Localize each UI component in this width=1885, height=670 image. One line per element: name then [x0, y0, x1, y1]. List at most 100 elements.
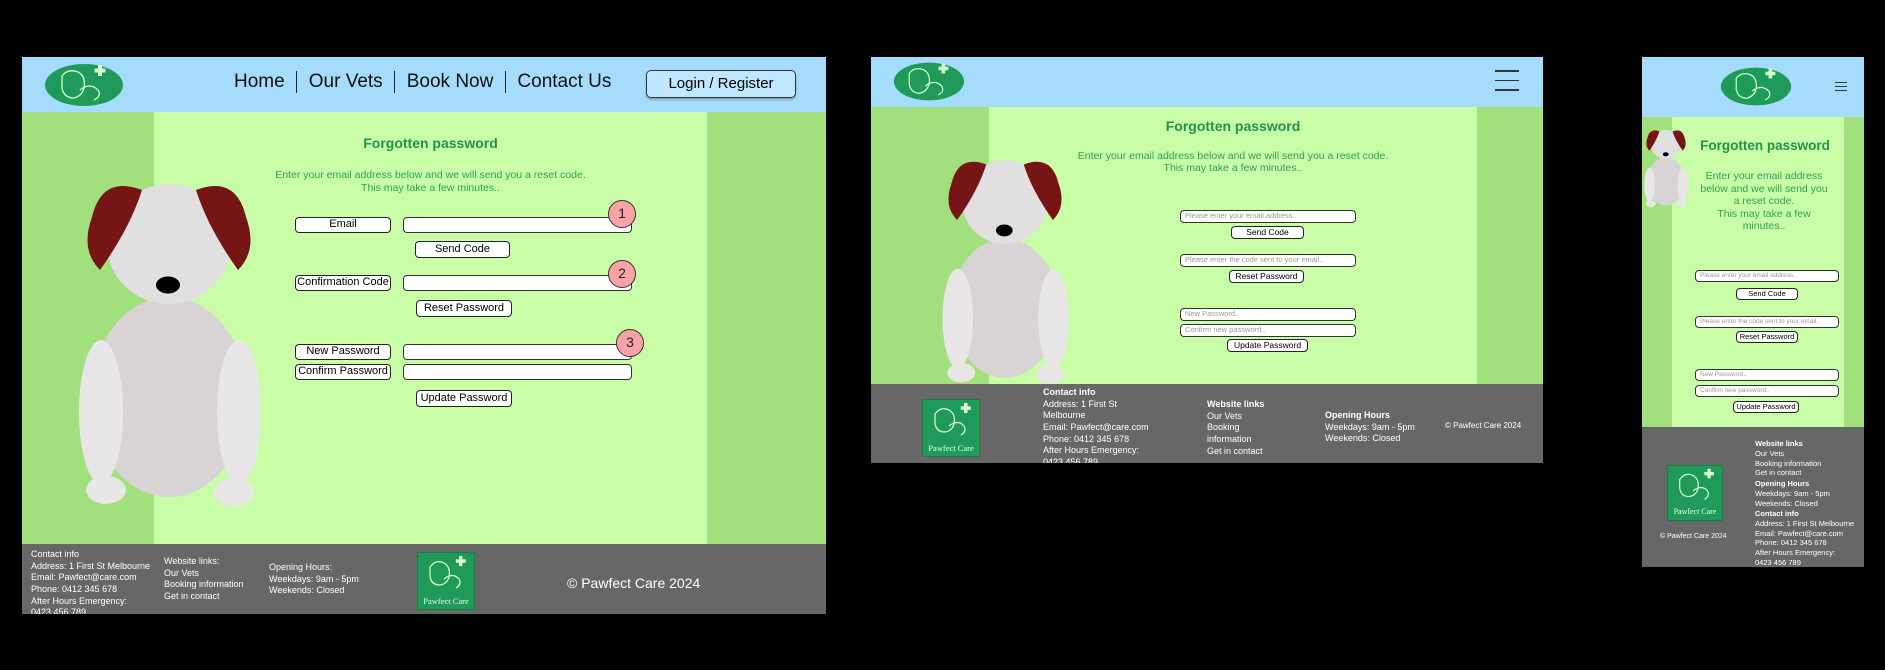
main-nav: Home Our Vets Book Now Contact Us [234, 71, 611, 93]
intro-line: Enter your email address below and we wi… [275, 169, 586, 181]
mobile-footer: Website links Our Vets Booking informati… [1642, 427, 1864, 567]
update-password-button[interactable]: Update Password [416, 390, 512, 407]
mobile-footer-link-our-vets[interactable]: Our Vets [1755, 449, 1821, 459]
mobile-confirm-password-field[interactable]: Confirm new password.. [1695, 385, 1839, 397]
login-register-button[interactable]: Login / Register [646, 70, 796, 98]
mobile-footer-link-booking[interactable]: Booking information [1755, 459, 1821, 469]
mobile-footer-phone: Phone: 0412 345 678 [1755, 538, 1827, 548]
tablet-intro: Enter your email address below and we wi… [989, 150, 1477, 174]
mobile-footer-hours: Opening Hours Weekdays: 9am - 5pm Weeken… [1755, 479, 1830, 508]
tablet-code-field[interactable]: Please enter the code sent to your email… [1180, 254, 1356, 267]
tablet-reset-password-button[interactable]: Reset Password [1229, 270, 1304, 283]
tablet-update-password-button[interactable]: Update Password [1227, 339, 1308, 352]
send-code-button[interactable]: Send Code [415, 241, 510, 258]
tablet-footer-hours-title: Opening Hours [1325, 410, 1390, 420]
tablet-footer-email: Email: Pawfect@care.com [1043, 422, 1149, 433]
footer-logo-text: Pawfect Care [423, 596, 469, 606]
footer-phone: Phone: 0412 345 678 [31, 584, 118, 595]
mobile-hamburger-menu-icon[interactable] [1835, 82, 1847, 91]
logo-icon[interactable] [44, 62, 124, 108]
tablet-new-password-field[interactable]: New Password.. [1180, 308, 1356, 321]
tablet-footer-logo-icon: Pawfect Care [922, 399, 980, 457]
tablet-confirm-password-field[interactable]: Confirm new password.. [1180, 324, 1356, 337]
tablet-footer-logo-text: Pawfect Care [928, 443, 974, 453]
footer-links-title: Website links: [164, 556, 220, 566]
footer-link-our-vets[interactable]: Our Vets [164, 568, 244, 580]
mobile-logo-icon[interactable] [1720, 65, 1792, 108]
mobile-email-field[interactable]: Please enter your email address.. [1695, 270, 1839, 282]
footer: Contact info Address: 1 First St Melbour… [22, 544, 826, 614]
mobile-footer-hours-title: Opening Hours [1755, 479, 1810, 488]
footer-hours: Opening Hours: Weekdays: 9am - 5pm Weeke… [269, 562, 359, 597]
tablet-footer-links-title: Website links [1207, 399, 1265, 409]
intro-note: This may take a few minutes.. [361, 182, 500, 194]
nav-our-vets[interactable]: Our Vets [309, 71, 383, 93]
confirm-password-label: Confirm Password [295, 364, 391, 380]
mobile-new-password-field[interactable]: New Password.. [1695, 369, 1839, 381]
mobile-footer-links: Website links Our Vets Booking informati… [1755, 439, 1821, 478]
intro-text: Enter your email address below and we wi… [154, 169, 707, 195]
tablet-footer-link-our-vets[interactable]: Our Vets [1207, 411, 1264, 423]
email-label: Email [295, 217, 391, 233]
hamburger-menu-icon[interactable] [1495, 70, 1519, 91]
tablet-footer-address-1: Address: 1 First St [1043, 398, 1118, 409]
mobile-footer-email: Email: Pawfect@care.com [1755, 528, 1844, 538]
tablet-footer-link-contact[interactable]: Get in contact [1207, 446, 1264, 458]
mobile-footer-emergency-phone: 0423 456 789 [1755, 557, 1801, 567]
new-password-field[interactable] [403, 344, 632, 360]
new-password-label: New Password [295, 344, 391, 360]
header: Home Our Vets Book Now Contact Us Login … [22, 57, 826, 112]
page-title: Forgotten password [363, 135, 498, 151]
tablet-footer-contact: Contact info Address: 1 First St Melbour… [1043, 387, 1149, 463]
tablet-footer-links: Website links Our Vets Booking informati… [1207, 399, 1264, 457]
mobile-code-field[interactable]: Please enter the code sent to your email… [1695, 316, 1839, 328]
tablet-footer-link-information[interactable]: information [1207, 434, 1264, 446]
tablet-footer: Pawfect Care Contact info Address: 1 Fir… [871, 384, 1543, 463]
tablet-send-code-button[interactable]: Send Code [1231, 226, 1304, 239]
tablet-footer-contact-title: Contact info [1043, 387, 1096, 397]
mobile-footer-contact: Contact info Address: 1 First St Melbour… [1755, 509, 1854, 567]
tablet-logo-icon[interactable] [893, 60, 965, 103]
tablet-email-field[interactable]: Please enter your email address.. [1180, 210, 1356, 223]
mobile-footer-link-contact[interactable]: Get in contact [1755, 468, 1821, 478]
mobile-footer-weekdays: Weekdays: 9am - 5pm [1755, 488, 1830, 498]
footer-link-contact[interactable]: Get in contact [164, 591, 244, 603]
footer-contact: Contact info Address: 1 First St Melbour… [31, 549, 150, 614]
mobile-intro-3: a reset code. [1733, 195, 1795, 207]
tablet-footer-address-2: Melbourne [1043, 410, 1086, 421]
email-field[interactable] [403, 217, 632, 233]
mobile-footer-links-title: Website links [1755, 439, 1803, 448]
tablet-footer-phone: Phone: 0412 345 678 [1043, 433, 1130, 444]
footer-link-booking[interactable]: Booking information [164, 579, 244, 591]
footer-contact-title: Contact info [31, 549, 80, 559]
mobile-footer-address: Address: 1 First St Melbourne [1755, 518, 1855, 528]
mobile-intro-4: This may take a few [1717, 207, 1811, 220]
nav-home[interactable]: Home [234, 71, 285, 93]
tablet-dog-illustration [942, 160, 1069, 384]
tablet-footer-weekdays: Weekdays: 9am - 5pm [1325, 421, 1415, 432]
reset-password-button[interactable]: Reset Password [416, 300, 512, 317]
confirm-password-field[interactable] [403, 364, 632, 380]
tablet-footer-link-booking[interactable]: Booking [1207, 422, 1264, 434]
mobile-intro-5: minutes.. [1742, 220, 1786, 232]
mobile-update-password-button[interactable]: Update Password [1733, 401, 1799, 413]
footer-emergency-phone: 0423 456 789 [31, 607, 87, 614]
annotation-badge-2: 2 [608, 260, 636, 288]
tablet-header [871, 57, 1543, 107]
footer-weekdays: Weekdays: 9am - 5pm [269, 573, 359, 584]
tablet-right-band [1477, 107, 1543, 384]
tablet-page-title: Forgotten password [1165, 118, 1301, 134]
nav-contact-us[interactable]: Contact Us [517, 71, 611, 93]
tablet-intro-note: This may take a few minutes.. [1163, 162, 1303, 174]
nav-book-now[interactable]: Book Now [407, 71, 494, 93]
mobile-send-code-button[interactable]: Send Code [1736, 288, 1798, 300]
mobile-footer-logo-icon: Pawfect Care [1667, 465, 1723, 521]
tablet-footer-emergency-phone: 0423 456 789 [1043, 457, 1099, 463]
footer-address: Address: 1 First St Melbourne [31, 560, 151, 571]
footer-copyright: © Pawfect Care 2024 [567, 575, 701, 591]
tablet-frame: Forgotten password Enter your email addr… [871, 57, 1543, 463]
mobile-reset-password-button[interactable]: Reset Password [1736, 331, 1798, 343]
mobile-intro-1: Enter your email address [1705, 170, 1823, 182]
footer-links: Website links: Our Vets Booking informat… [164, 556, 244, 603]
confirmation-code-field[interactable] [403, 275, 632, 291]
